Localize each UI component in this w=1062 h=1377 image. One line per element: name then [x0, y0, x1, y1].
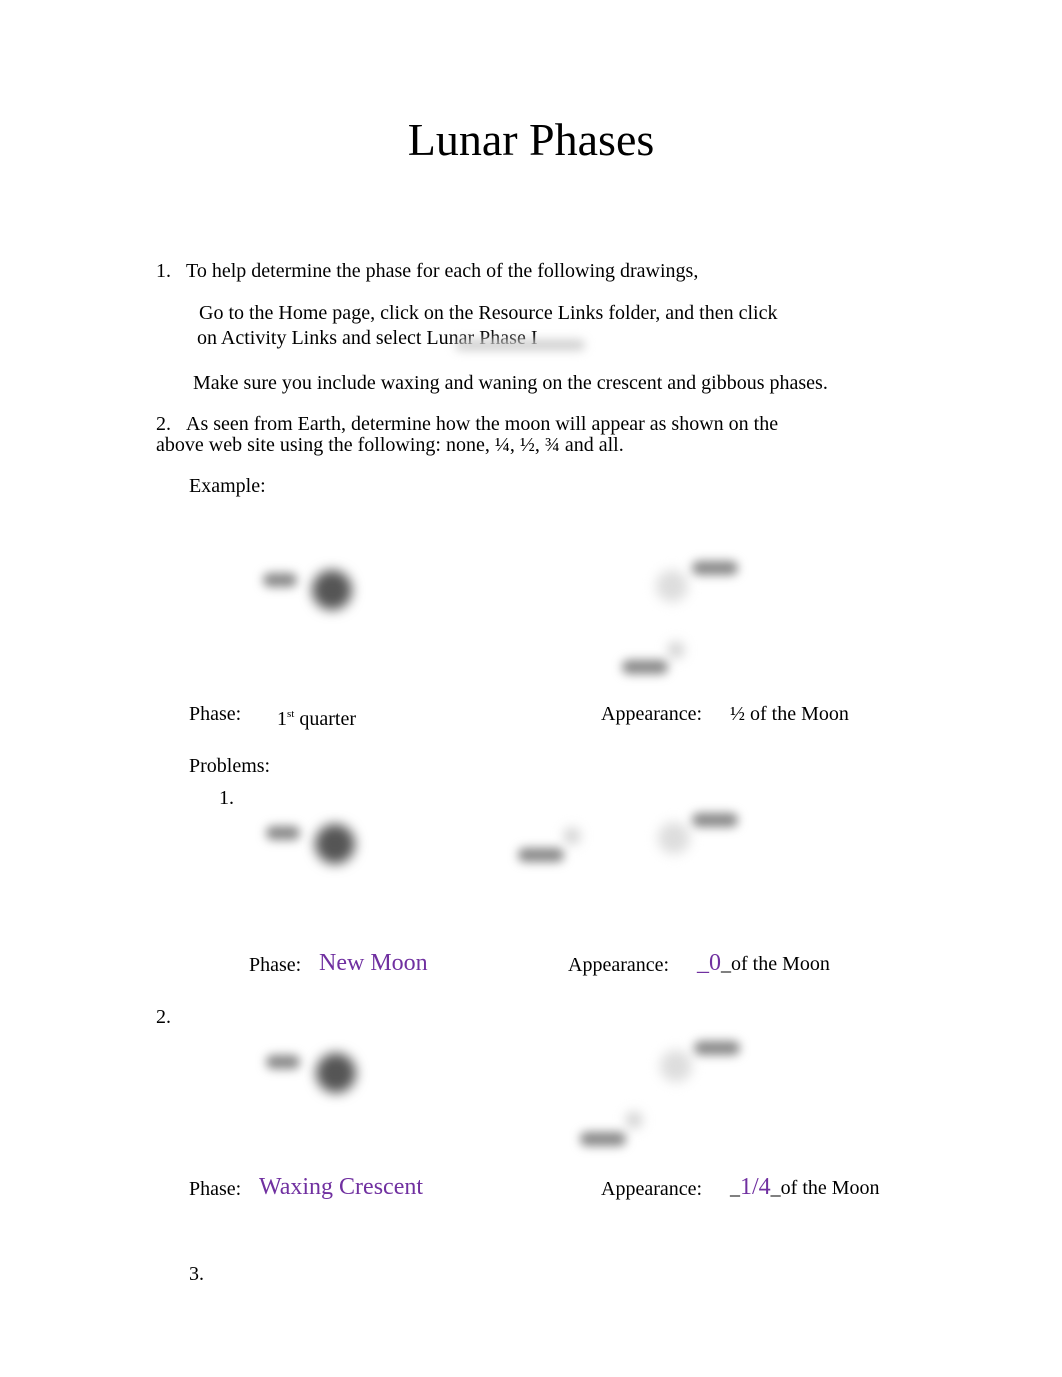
problems-label: Problems:: [189, 755, 271, 777]
blurred-link-shadow: [455, 340, 585, 350]
problem1-appearance-answer: 0: [709, 950, 721, 976]
sun-label: [266, 826, 300, 840]
step2-line2: above web site using the following: none…: [156, 434, 624, 456]
problem1-appearance-suffix: _of the Moon: [721, 953, 830, 975]
problem2-appearance-label: Appearance:: [601, 1178, 703, 1200]
step1-note: Make sure you include waxing and waning …: [193, 372, 828, 394]
sun-label: [263, 573, 297, 587]
sun-icon: [312, 570, 352, 610]
page-title: Lunar Phases: [407, 114, 655, 165]
moon-label: [622, 660, 668, 674]
moon-icon: [626, 1112, 642, 1128]
problem2-appearance-suffix: _of the Moon: [770, 1177, 880, 1199]
sun-icon: [315, 824, 355, 864]
example-phase-label: Phase:: [189, 703, 242, 725]
earth-label: [694, 1041, 740, 1055]
step2-text: As seen from Earth, determine how the mo…: [186, 413, 779, 435]
example-label: Example:: [189, 475, 266, 497]
problem2-appearance-prefix: _: [730, 1177, 740, 1199]
problem2-number: 2.: [156, 1006, 171, 1028]
moon-icon: [564, 828, 580, 844]
step1-line2: Go to the Home page, click on the Resour…: [199, 302, 778, 324]
problem1-number: 1.: [219, 787, 234, 809]
example-appearance-label: Appearance:: [601, 703, 703, 725]
problem1-appearance-prefix: _: [697, 950, 709, 976]
moon-icon: [668, 642, 684, 658]
earth-label: [692, 561, 738, 575]
example-phase-main: 1: [277, 708, 287, 730]
earth-icon: [658, 822, 690, 854]
problem2-phase-label: Phase:: [189, 1178, 242, 1200]
problem1-phase-answer: New Moon: [319, 950, 428, 976]
moon-label: [518, 848, 564, 862]
example-phase-rest: quarter: [294, 708, 356, 730]
step1-number: 1.: [156, 260, 171, 282]
earth-label: [692, 813, 738, 827]
earth-icon: [660, 1050, 692, 1082]
sun-icon: [316, 1053, 356, 1093]
problem1-phase-label: Phase:: [249, 954, 302, 976]
sun-label: [266, 1055, 300, 1069]
problem1-appearance-value: _0_of the Moon: [697, 950, 830, 977]
problem2-appearance-answer: 1/4: [740, 1174, 771, 1200]
step2-number: 2.: [156, 413, 171, 435]
example-appearance-value: ½ of the Moon: [730, 703, 849, 725]
step1-text: To help determine the phase for each of …: [186, 260, 699, 282]
example-phase-value: 1st quarter: [277, 703, 356, 730]
problem2-appearance-value: _1/4_of the Moon: [730, 1174, 880, 1201]
moon-label: [580, 1132, 626, 1146]
problem1-appearance-label: Appearance:: [568, 954, 670, 976]
earth-icon: [656, 570, 688, 602]
problem2-phase-answer: Waxing Crescent: [259, 1174, 424, 1200]
problem3-number: 3.: [189, 1263, 204, 1285]
